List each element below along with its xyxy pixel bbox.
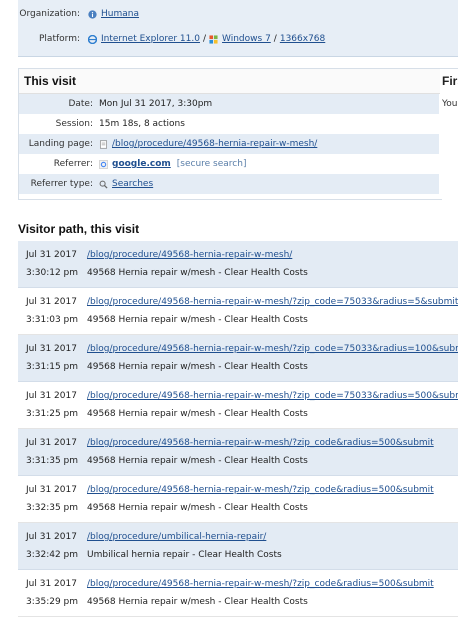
path-date: Jul 31 2017 bbox=[26, 485, 77, 495]
organization-row: Organization: Humana bbox=[18, 3, 139, 25]
platform-separator: / bbox=[202, 34, 207, 44]
path-date: Jul 31 2017 bbox=[26, 344, 77, 354]
info-icon bbox=[88, 9, 97, 19]
organization-label: Organization: bbox=[19, 9, 80, 19]
platform-row: Platform: Internet Explorer 11.0 / Windo… bbox=[18, 28, 325, 50]
resolution-link[interactable]: 1366x768 bbox=[280, 34, 325, 44]
path-row: Jul 31 2017 3:32:35 pm/blog/procedure/495… bbox=[18, 476, 458, 523]
path-url-link[interactable]: /blog/procedure/49568-hernia-repair-w-me… bbox=[87, 438, 434, 448]
date-row: Date: Mon Jul 31 2017, 3:30pm bbox=[19, 94, 439, 114]
os-link[interactable]: Windows 7 bbox=[222, 34, 271, 44]
windows-icon bbox=[209, 34, 218, 44]
browser-link[interactable]: Internet Explorer 11.0 bbox=[101, 34, 200, 44]
path-time: 3:32:42 pm bbox=[26, 550, 79, 560]
path-time: 3:32:35 pm bbox=[26, 503, 79, 513]
path-row: Jul 31 2017 3:35:29 pm/blog/procedure/495… bbox=[18, 570, 458, 617]
platform-separator: / bbox=[273, 34, 277, 44]
path-page-title: 49568 Hernia repair w/mesh - Clear Healt… bbox=[87, 362, 308, 372]
path-row: Jul 31 2017 3:30:12 pm/blog/procedure/495… bbox=[18, 241, 458, 288]
path-row: Jul 31 2017 3:31:35 pm/blog/procedure/495… bbox=[18, 429, 458, 476]
landing-page-link[interactable]: /blog/procedure/49568-hernia-repair-w-me… bbox=[112, 139, 317, 149]
path-page-title: 49568 Hernia repair w/mesh - Clear Healt… bbox=[87, 409, 308, 419]
path-row: Jul 31 2017 3:32:42 pm/blog/procedure/umb… bbox=[18, 523, 458, 570]
this-visit-panel: This visit Date: Mon Jul 31 2017, 3:30pm… bbox=[18, 68, 442, 200]
referrer-link[interactable]: google.com bbox=[112, 159, 171, 169]
landing-label: Landing page: bbox=[28, 139, 93, 149]
first-visit-panel: Firs You bbox=[440, 68, 458, 199]
session-value: 15m 18s, 8 actions bbox=[99, 119, 185, 129]
visitor-path-list: Jul 31 2017 3:30:12 pm/blog/procedure/495… bbox=[18, 241, 458, 617]
referrer-label: Referrer: bbox=[53, 159, 93, 169]
referrer-type-label: Referrer type: bbox=[30, 179, 93, 189]
path-date: Jul 31 2017 bbox=[26, 250, 77, 260]
path-time: 3:31:25 pm bbox=[26, 409, 79, 419]
path-row: Jul 31 2017 3:31:03 pm/blog/procedure/495… bbox=[18, 288, 458, 335]
path-url-link[interactable]: /blog/procedure/49568-hernia-repair-w-me… bbox=[87, 579, 434, 589]
path-page-title: 49568 Hernia repair w/mesh - Clear Healt… bbox=[87, 268, 308, 278]
path-url-link[interactable]: /blog/procedure/49568-hernia-repair-w-me… bbox=[87, 391, 458, 401]
organization-link[interactable]: Humana bbox=[101, 9, 139, 19]
referrer-type-row: Referrer type: Searches bbox=[19, 174, 439, 194]
organization-platform-box: Organization: Humana Platform: Internet … bbox=[18, 0, 458, 57]
referrer-type-link[interactable]: Searches bbox=[112, 179, 153, 189]
path-page-title: 49568 Hernia repair w/mesh - Clear Healt… bbox=[87, 503, 308, 513]
path-time: 3:31:15 pm bbox=[26, 362, 79, 372]
path-time: 3:31:35 pm bbox=[26, 456, 79, 466]
path-date: Jul 31 2017 bbox=[26, 438, 77, 448]
path-date: Jul 31 2017 bbox=[26, 391, 77, 401]
visitor-path-title: Visitor path, this visit bbox=[18, 222, 140, 236]
path-page-title: Umbilical hernia repair - Clear Health C… bbox=[87, 550, 282, 560]
date-label: Date: bbox=[68, 99, 93, 109]
platform-label: Platform: bbox=[39, 34, 80, 44]
session-row: Session: 15m 18s, 8 actions bbox=[19, 114, 439, 134]
first-visit-title: Firs bbox=[442, 74, 458, 88]
session-label: Session: bbox=[55, 119, 93, 129]
path-date: Jul 31 2017 bbox=[26, 579, 77, 589]
path-url-link[interactable]: /blog/procedure/umbilical-hernia-repair/ bbox=[87, 532, 266, 542]
path-time: 3:30:12 pm bbox=[26, 268, 79, 278]
path-url-link[interactable]: /blog/procedure/49568-hernia-repair-w-me… bbox=[87, 344, 458, 354]
page-icon bbox=[99, 139, 108, 149]
path-page-title: 49568 Hernia repair w/mesh - Clear Healt… bbox=[87, 597, 308, 607]
search-icon bbox=[99, 180, 108, 189]
landing-page-row: Landing page: /blog/procedure/49568-hern… bbox=[19, 134, 439, 154]
path-date: Jul 31 2017 bbox=[26, 532, 77, 542]
secure-search-note: [secure search] bbox=[176, 159, 247, 169]
path-time: 3:35:29 pm bbox=[26, 597, 79, 607]
path-page-title: 49568 Hernia repair w/mesh - Clear Healt… bbox=[87, 315, 308, 325]
path-url-link[interactable]: /blog/procedure/49568-hernia-repair-w-me… bbox=[87, 250, 292, 260]
path-url-link[interactable]: /blog/procedure/49568-hernia-repair-w-me… bbox=[87, 485, 434, 495]
google-icon bbox=[99, 159, 108, 169]
path-row: Jul 31 2017 3:31:25 pm/blog/procedure/495… bbox=[18, 382, 458, 429]
ie-icon bbox=[88, 34, 97, 44]
date-value: Mon Jul 31 2017, 3:30pm bbox=[99, 99, 213, 109]
path-time: 3:31:03 pm bbox=[26, 315, 79, 325]
path-page-title: 49568 Hernia repair w/mesh - Clear Healt… bbox=[87, 456, 308, 466]
path-date: Jul 31 2017 bbox=[26, 297, 77, 307]
referrer-row: Referrer: google.com [secure search] bbox=[19, 154, 439, 174]
path-row: Jul 31 2017 3:31:15 pm/blog/procedure/495… bbox=[18, 335, 458, 382]
this-visit-title: This visit bbox=[19, 69, 441, 94]
path-url-link[interactable]: /blog/procedure/49568-hernia-repair-w-me… bbox=[87, 297, 458, 307]
first-visit-text: You bbox=[442, 99, 458, 109]
